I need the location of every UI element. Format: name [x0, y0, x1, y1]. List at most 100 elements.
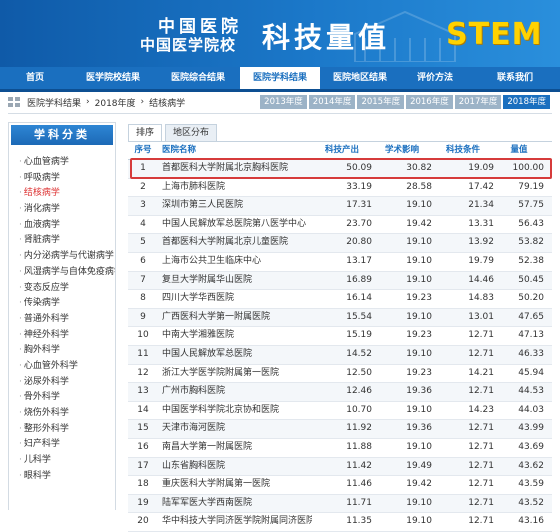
- sidebar-item[interactable]: · 肾脏病学: [9, 233, 115, 249]
- nav-contact[interactable]: 联系我们: [470, 67, 560, 89]
- table-row[interactable]: 13 广州市胸科医院 12.46 19.36 12.71 44.53: [128, 383, 552, 402]
- nav-hospital-overall[interactable]: 医院综合结果: [156, 67, 240, 89]
- year-2015[interactable]: 2015年度: [357, 95, 405, 109]
- sidebar-item[interactable]: · 骨外科学: [9, 390, 115, 406]
- table-row[interactable]: 8 四川大学华西医院 16.14 19.23 14.83 50.20: [128, 290, 552, 309]
- sidebar-item[interactable]: · 神经外科学: [9, 328, 115, 344]
- cell-hospital[interactable]: 复旦大学附属华山医院: [158, 272, 312, 290]
- sidebar-item[interactable]: · 风湿病学与自体免疫病学: [9, 265, 115, 281]
- year-2016[interactable]: 2016年度: [406, 95, 453, 109]
- sidebar-item[interactable]: · 普通外科学: [9, 312, 115, 328]
- table-row[interactable]: 20 华中科技大学同济医学院附属同济医院 11.35 19.10 12.71 43.16: [128, 513, 552, 532]
- cell-conditions: 14.83: [468, 293, 494, 304]
- cell-hospital[interactable]: 中国医学科学院北京协和医院: [158, 402, 312, 420]
- table-row[interactable]: 10 中南大学湘雅医院 15.19 19.23 12.71 47.13: [128, 327, 552, 346]
- col-impact[interactable]: 学术影响: [372, 142, 432, 159]
- cell-impact: 30.82: [406, 163, 432, 173]
- year-2014[interactable]: 2014年度: [308, 95, 356, 109]
- table-row[interactable]: 5 首都医科大学附属北京儿童医院 20.80 19.10 13.92 53.82: [128, 234, 552, 253]
- table-row[interactable]: 1 首都医科大学附属北京胸科医院 50.09 30.82 19.09 100.00: [128, 160, 552, 179]
- table-row[interactable]: 3 深圳市第三人民医院 17.31 19.10 21.34 57.75: [128, 197, 552, 216]
- cell-hospital[interactable]: 中国人民解放军总医院第八医学中心: [158, 216, 312, 234]
- sidebar-item[interactable]: · 眼科学: [9, 469, 115, 485]
- cell-hospital[interactable]: 天津市海河医院: [158, 420, 312, 438]
- table-row[interactable]: 12 浙江大学医学院附属第一医院 12.50 19.23 14.21 45.94: [128, 365, 552, 384]
- cell-hospital[interactable]: 上海市公共卫生临床中心: [158, 253, 312, 271]
- col-rank[interactable]: 序号: [128, 142, 158, 159]
- sidebar-item[interactable]: · 胸外科学: [9, 343, 115, 359]
- cell-hospital[interactable]: 广州市胸科医院: [158, 383, 312, 401]
- cell-hospital[interactable]: 首都医科大学附属北京儿童医院: [158, 234, 312, 252]
- year-2017[interactable]: 2017年度: [454, 95, 502, 109]
- breadcrumb-item[interactable]: 医院学科结果: [27, 96, 81, 109]
- cell-hospital[interactable]: 中国人民解放军总医院: [158, 346, 312, 364]
- col-value[interactable]: 量值: [494, 142, 550, 159]
- sidebar-item[interactable]: · 结核病学: [9, 186, 115, 202]
- sidebar-item[interactable]: · 心血管病学: [9, 155, 115, 171]
- cell-hospital[interactable]: 广西医科大学第一附属医院: [158, 309, 312, 327]
- tab-region[interactable]: 地区分布: [165, 124, 218, 142]
- col-output[interactable]: 科技产出: [312, 142, 372, 159]
- sidebar-item[interactable]: · 泌尿外科学: [9, 375, 115, 391]
- table-row[interactable]: 17 山东省胸科医院 11.42 19.49 12.71 43.62: [128, 457, 552, 477]
- table-row[interactable]: 7 复旦大学附属华山医院 16.89 19.10 14.46 50.45: [128, 271, 552, 291]
- cell-hospital[interactable]: 深圳市第三人民医院: [158, 197, 312, 215]
- table-row[interactable]: 14 中国医学科学院北京协和医院 10.70 19.10 14.23 44.03: [128, 402, 552, 421]
- sidebar-item-label: 心血管病学: [23, 157, 69, 167]
- table-row[interactable]: 2 上海市肺科医院 33.19 28.58 17.42 79.19: [128, 179, 552, 198]
- sidebar-item[interactable]: · 变态反应学: [9, 281, 115, 297]
- sidebar-item[interactable]: · 血液病学: [9, 218, 115, 234]
- cell-conditions: 19.79: [468, 255, 494, 266]
- cell-hospital[interactable]: 山东省胸科医院: [158, 458, 312, 476]
- table-row[interactable]: 15 天津市海河医院 11.92 19.36 12.71 43.99: [128, 420, 552, 439]
- cell-hospital[interactable]: 华中科技大学同济医学院附属同济医院: [158, 513, 312, 531]
- cell-output: 50.09: [346, 163, 372, 173]
- cell-hospital[interactable]: 中南大学湘雅医院: [158, 327, 312, 345]
- bullet-icon: ·: [19, 470, 22, 481]
- cell-hospital[interactable]: 陆军军医大学西南医院: [158, 495, 312, 513]
- sidebar-item[interactable]: · 烧伤外科学: [9, 406, 115, 422]
- year-2018[interactable]: 2018年度: [503, 95, 550, 109]
- sidebar-item[interactable]: · 呼吸病学: [9, 171, 115, 187]
- cell-output: 33.19: [346, 181, 372, 192]
- col-conditions[interactable]: 科技条件: [432, 142, 494, 159]
- col-hospital[interactable]: 医院名称: [158, 142, 312, 159]
- sidebar-item[interactable]: · 传染病学: [9, 296, 115, 312]
- year-2013[interactable]: 2013年度: [260, 95, 307, 109]
- nav-method[interactable]: 评价方法: [400, 67, 470, 89]
- cell-rank: 7: [140, 274, 146, 285]
- table-row[interactable]: 4 中国人民解放军总医院第八医学中心 23.70 19.42 13.31 56.43: [128, 216, 552, 235]
- table-row[interactable]: 18 重庆医科大学附属第一医院 11.46 19.42 12.71 43.59: [128, 476, 552, 495]
- table-row[interactable]: 9 广西医科大学第一附属医院 15.54 19.10 13.01 47.65: [128, 308, 552, 328]
- cell-hospital[interactable]: 重庆医科大学附属第一医院: [158, 476, 312, 494]
- cell-hospital[interactable]: 南昌大学第一附属医院: [158, 439, 312, 457]
- breadcrumb-item[interactable]: 2018年度: [95, 96, 136, 109]
- table-row[interactable]: 11 中国人民解放军总医院 14.52 19.10 12.71 46.33: [128, 345, 552, 365]
- cell-hospital[interactable]: 四川大学华西医院: [158, 290, 312, 308]
- sidebar-item[interactable]: · 整形外科学: [9, 422, 115, 438]
- nav-home[interactable]: 首页: [0, 67, 70, 89]
- table-row[interactable]: 6 上海市公共卫生临床中心 13.17 19.10 19.79 52.38: [128, 253, 552, 272]
- sidebar-item[interactable]: · 内分泌病学与代谢病学: [9, 249, 115, 265]
- cell-value: 43.59: [518, 479, 544, 490]
- cell-rank: 20: [137, 516, 149, 527]
- sidebar-item[interactable]: · 儿科学: [9, 453, 115, 469]
- table-row[interactable]: 16 南昌大学第一附属医院 11.88 19.10 12.71 43.69: [128, 439, 552, 458]
- nav-hospital-subject[interactable]: 医院学科结果: [240, 67, 320, 89]
- sidebar-item[interactable]: · 消化病学: [9, 202, 115, 218]
- nav-hospital-region[interactable]: 医院地区结果: [320, 67, 400, 89]
- nav-schools[interactable]: 医学院校结果: [70, 67, 156, 89]
- cell-hospital[interactable]: 上海市肺科医院: [158, 179, 312, 197]
- table-row[interactable]: 19 陆军军医大学西南医院 11.71 19.10 12.71 43.52: [128, 494, 552, 514]
- bullet-icon: ·: [19, 266, 22, 277]
- sidebar-item[interactable]: · 妇产科学: [9, 437, 115, 453]
- sidebar-item[interactable]: · 心血管外科学: [9, 359, 115, 375]
- sidebar-title: 学科分类: [11, 125, 113, 145]
- cell-hospital[interactable]: 首都医科大学附属北京胸科医院: [158, 160, 312, 178]
- cell-rank: 9: [140, 311, 146, 322]
- cell-impact: 19.10: [406, 237, 432, 248]
- cell-rank: 19: [137, 497, 149, 508]
- cell-hospital[interactable]: 浙江大学医学院附属第一医院: [158, 365, 312, 383]
- tab-ranking[interactable]: 排序: [128, 124, 163, 142]
- subject-sidebar: 学科分类 · 心血管病学 · 呼吸病学 · 结核病学 · 消化病学 · 血液病学 · 肾脏病学 · 内分泌…: [8, 122, 116, 510]
